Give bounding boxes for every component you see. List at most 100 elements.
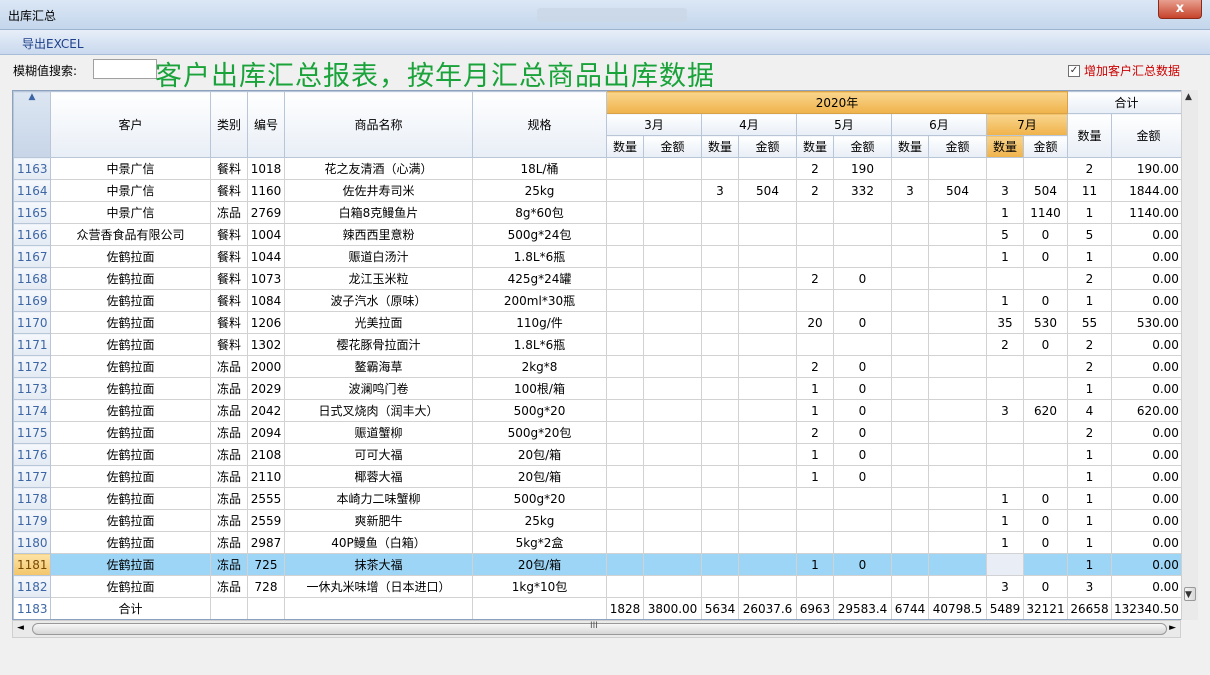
cell-spec[interactable]: 20包/箱 [472, 553, 607, 576]
cell-customer[interactable]: 中景广信 [50, 179, 211, 202]
cell-spec[interactable]: 2kg*8 [472, 355, 607, 378]
scroll-up-arrow-icon[interactable]: ▲ [1185, 92, 1192, 102]
cell-qty-month-5[interactable] [796, 531, 834, 554]
cell-total-amt[interactable]: 0.00 [1111, 465, 1186, 488]
summary-grid[interactable]: ▲ 客户 类别 编号 商品名称 规格 2020年 合计 3月 4月 5月 6月 7月 数量… [12, 90, 1198, 620]
row-number[interactable]: 1164 [13, 179, 51, 202]
cell-spec[interactable]: 500g*20 [472, 399, 607, 422]
table-row[interactable]: 1179 佐鹤拉面 冻品 2559 爽新肥牛 25kg 1 0 1 0.00 [13, 509, 1186, 532]
row-number[interactable]: 1177 [13, 465, 51, 488]
table-row[interactable]: 1181 佐鹤拉面 冻品 725 抹茶大福 20包/箱 1 0 1 0.00 [13, 553, 1186, 576]
cell-qty-month-4[interactable] [701, 245, 739, 268]
cell-amt-month-5[interactable]: 0 [833, 355, 892, 378]
cell-product[interactable]: 赈道蟹柳 [284, 421, 473, 444]
cell-qty-month-7[interactable]: 3 [986, 179, 1024, 202]
cell-amt-month-4[interactable] [738, 157, 797, 180]
cell-product[interactable]: 可可大福 [284, 443, 473, 466]
cell-amt-month-3[interactable] [643, 465, 702, 488]
cell-amt-month-5[interactable]: 0 [833, 465, 892, 488]
cell-qty-month-3[interactable] [606, 553, 644, 576]
cell-category[interactable]: 餐料 [210, 267, 248, 290]
col-header-customer[interactable]: 客户 [50, 91, 211, 158]
col-header-qty-month-3[interactable]: 数量 [606, 135, 644, 158]
cell-amt-month-4[interactable] [738, 201, 797, 224]
table-row[interactable]: 1169 佐鹤拉面 餐料 1084 波子汽水（原味） 200ml*30瓶 1 0 1 0.00 [13, 289, 1186, 312]
cell-total-qty[interactable]: 3 [1067, 575, 1112, 598]
cell-total-qty[interactable]: 1 [1067, 553, 1112, 576]
cell-total-qty[interactable]: 1 [1067, 487, 1112, 510]
cell-amt-month-4[interactable] [738, 399, 797, 422]
total-qty-month-6[interactable]: 6744 [891, 597, 929, 619]
cell-qty-month-5[interactable]: 2 [796, 355, 834, 378]
cell-amt-month-7[interactable]: 504 [1023, 179, 1068, 202]
cell-qty-month-7[interactable] [986, 421, 1024, 444]
cell-category[interactable]: 冻品 [210, 531, 248, 554]
cell-product[interactable]: 波子汽水（原味） [284, 289, 473, 312]
col-header-category[interactable]: 类别 [210, 91, 248, 158]
cell-spec[interactable]: 500g*20 [472, 487, 607, 510]
cell-spec[interactable]: 110g/件 [472, 311, 607, 334]
cell-qty-month-7[interactable] [986, 267, 1024, 290]
cell-amt-month-4[interactable] [738, 333, 797, 356]
cell-total-qty[interactable]: 2 [1067, 267, 1112, 290]
cell-qty-month-6[interactable] [891, 245, 929, 268]
cell-total-amt[interactable]: 1844.00 [1111, 179, 1186, 202]
cell-qty-month-3[interactable] [606, 289, 644, 312]
cell-total-amt[interactable]: 0.00 [1111, 487, 1186, 510]
horizontal-scroll-thumb[interactable] [32, 623, 1167, 635]
cell-amt-month-7[interactable] [1023, 443, 1068, 466]
col-header-qty-month-6[interactable]: 数量 [891, 135, 929, 158]
cell-amt-month-5[interactable] [833, 201, 892, 224]
cell-amt-month-3[interactable] [643, 245, 702, 268]
horizontal-scrollbar[interactable]: ◄ III ► [12, 620, 1181, 638]
total-qty-month-7[interactable]: 5489 [986, 597, 1024, 619]
cell-qty-month-7[interactable]: 35 [986, 311, 1024, 334]
table-row[interactable]: 1163 中景广信 餐料 1018 花之友清酒（心满） 18L/桶 2 190 2 190.00 [13, 157, 1186, 180]
cell-qty-month-3[interactable] [606, 179, 644, 202]
cell-amt-month-3[interactable] [643, 179, 702, 202]
cell-amt-month-5[interactable]: 332 [833, 179, 892, 202]
cell-qty-month-6[interactable] [891, 421, 929, 444]
cell-amt-month-6[interactable] [928, 421, 987, 444]
cell-customer[interactable]: 佐鹤拉面 [50, 465, 211, 488]
cell-qty-month-3[interactable] [606, 201, 644, 224]
cell-spec[interactable]: 1kg*10包 [472, 575, 607, 598]
cell-qty-month-5[interactable] [796, 575, 834, 598]
row-number[interactable]: 1172 [13, 355, 51, 378]
col-header-code[interactable]: 编号 [247, 91, 285, 158]
cell-customer[interactable]: 佐鹤拉面 [50, 333, 211, 356]
cell-qty-month-6[interactable] [891, 333, 929, 356]
cell-product[interactable]: 樱花豚骨拉面汁 [284, 333, 473, 356]
table-row[interactable]: 1174 佐鹤拉面 冻品 2042 日式叉烧肉（润丰大） 500g*20 1 0 3 620 4 62… [13, 399, 1186, 422]
cell-amt-month-6[interactable] [928, 311, 987, 334]
cell-qty-month-4[interactable] [701, 509, 739, 532]
cell-total-qty[interactable]: 1 [1067, 465, 1112, 488]
cell-total-qty[interactable]: 4 [1067, 399, 1112, 422]
row-number[interactable]: 1181 [13, 553, 51, 576]
cell-qty-month-5[interactable]: 2 [796, 421, 834, 444]
col-header-amt-month-3[interactable]: 金额 [643, 135, 702, 158]
cell-qty-month-6[interactable] [891, 267, 929, 290]
row-number[interactable]: 1173 [13, 377, 51, 400]
cell-amt-month-4[interactable] [738, 223, 797, 246]
row-number[interactable]: 1180 [13, 531, 51, 554]
cell-total-amt[interactable]: 0.00 [1111, 443, 1186, 466]
cell-amt-month-7[interactable]: 0 [1023, 333, 1068, 356]
cell-amt-month-4[interactable] [738, 443, 797, 466]
cell-qty-month-5[interactable]: 1 [796, 377, 834, 400]
cell-amt-month-3[interactable] [643, 267, 702, 290]
cell-category[interactable]: 餐料 [210, 333, 248, 356]
cell-spec[interactable]: 100根/箱 [472, 377, 607, 400]
row-number[interactable]: 1167 [13, 245, 51, 268]
cell-qty-month-4[interactable] [701, 201, 739, 224]
cell-product[interactable]: 40P鳗鱼（白箱） [284, 531, 473, 554]
col-header-amt-month-4[interactable]: 金额 [738, 135, 797, 158]
cell-customer[interactable]: 中景广信 [50, 157, 211, 180]
cell-code[interactable]: 1206 [247, 311, 285, 334]
cell-total-amt[interactable]: 0.00 [1111, 575, 1186, 598]
table-row[interactable]: 1173 佐鹤拉面 冻品 2029 波澜鸣门卷 100根/箱 1 0 1 0.00 [13, 377, 1186, 400]
row-number[interactable]: 1175 [13, 421, 51, 444]
row-number[interactable]: 1170 [13, 311, 51, 334]
cell-customer[interactable]: 佐鹤拉面 [50, 421, 211, 444]
cell-amt-month-4[interactable] [738, 553, 797, 576]
